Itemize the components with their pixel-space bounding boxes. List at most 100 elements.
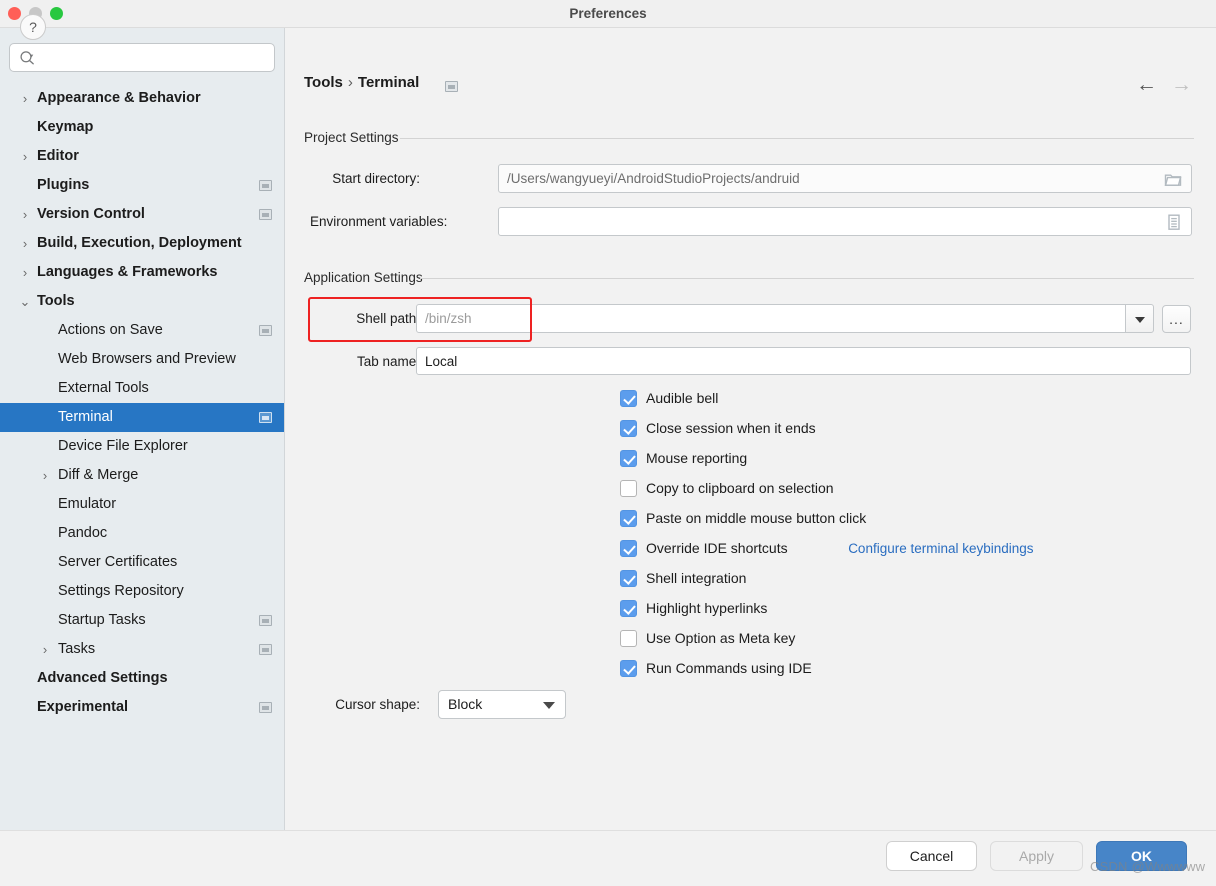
sidebar-item-web-browsers-and-preview[interactable]: Web Browsers and Preview [0, 345, 284, 374]
sidebar-item-label: Settings Repository [58, 583, 184, 599]
cursor-shape-label: Cursor shape: [335, 697, 420, 712]
sidebar-item-server-certificates[interactable]: Server Certificates [0, 548, 284, 577]
sidebar-item-label: Diff & Merge [58, 467, 139, 483]
nav-forward-button: → [1171, 73, 1192, 96]
sidebar-item-label: Tools [37, 293, 75, 309]
settings-main-panel: Tools › Terminal ← → Project Settings Star… [286, 28, 1216, 830]
checkbox-mouse-reporting[interactable] [620, 450, 637, 467]
sidebar-item-label: Plugins [37, 177, 90, 193]
chevron-right-icon[interactable]: › [18, 229, 32, 258]
folder-icon[interactable] [1164, 170, 1182, 188]
chevron-down-icon [543, 702, 555, 709]
settings-tree: › Appearance & Behavior Keymap › Editor Plugi… [0, 84, 284, 722]
chevron-right-icon[interactable]: › [18, 142, 32, 171]
sidebar-item-label: Experimental [37, 699, 129, 715]
sidebar-item-languages-frameworks[interactable]: › Languages & Frameworks [0, 258, 284, 287]
environment-variables-label: Environment variables: [310, 214, 448, 229]
help-button[interactable]: ? [20, 14, 46, 40]
sidebar-item-label: Terminal [58, 409, 113, 425]
sidebar-item-label: Languages & Frameworks [37, 264, 218, 280]
configure-terminal-keybindings-link[interactable]: Configure terminal keybindings [848, 539, 1033, 558]
sidebar-item-pandoc[interactable]: Pandoc [0, 519, 284, 548]
sidebar-item-label: Advanced Settings [37, 670, 168, 686]
sidebar-item-emulator[interactable]: Emulator [0, 490, 284, 519]
sidebar-item-terminal[interactable]: Terminal [0, 403, 284, 432]
shell-path-label: Shell path: [356, 311, 420, 326]
checkbox-paste-on-middle-mouse-button-click[interactable] [620, 510, 637, 527]
shell-path-browse-button[interactable]: ... [1162, 305, 1191, 333]
sidebar-item-label: Version Control [37, 206, 145, 222]
checkbox-audible-bell[interactable] [620, 390, 637, 407]
sidebar-item-version-control[interactable]: › Version Control [0, 200, 284, 229]
search-input[interactable] [42, 44, 274, 73]
sidebar-item-build-execution-deployment[interactable]: › Build, Execution, Deployment [0, 229, 284, 258]
sidebar-item-plugins[interactable]: Plugins [0, 171, 284, 200]
settings-sidebar: › Appearance & Behavior Keymap › Editor Plugi… [0, 28, 285, 830]
checkbox-override-ide-shortcuts[interactable] [620, 540, 637, 557]
sidebar-item-device-file-explorer[interactable]: Device File Explorer [0, 432, 284, 461]
application-settings-header: Application Settings [304, 270, 423, 285]
checkbox-close-session-when-it-ends[interactable] [620, 420, 637, 437]
nav-back-button[interactable]: ← [1136, 72, 1157, 97]
sidebar-item-label: Server Certificates [58, 554, 178, 570]
chevron-down-icon[interactable]: ⌄ [18, 287, 32, 316]
start-directory-label: Start directory: [332, 171, 420, 186]
checkbox-label: Highlight hyperlinks [646, 600, 768, 616]
sidebar-item-tools[interactable]: ⌄ Tools [0, 287, 284, 316]
shell-path-dropdown-button[interactable] [1125, 304, 1154, 333]
start-directory-input[interactable] [498, 164, 1192, 193]
sidebar-item-label: Emulator [58, 496, 117, 512]
sidebar-item-experimental[interactable]: Experimental [0, 693, 284, 722]
sidebar-item-diff-merge[interactable]: › Diff & Merge [0, 461, 284, 490]
chevron-right-icon[interactable]: › [18, 84, 32, 113]
sidebar-item-label: Editor [37, 148, 79, 164]
tab-name-input[interactable] [416, 347, 1191, 375]
sidebar-item-appearance-behavior[interactable]: › Appearance & Behavior [0, 84, 284, 113]
chevron-right-icon[interactable]: › [38, 635, 52, 664]
sidebar-item-settings-repository[interactable]: Settings Repository [0, 577, 284, 606]
checkbox-run-commands-using-ide[interactable] [620, 660, 637, 677]
settings-search[interactable] [9, 43, 275, 73]
breadcrumb: Tools › Terminal [304, 74, 419, 91]
cursor-shape-select[interactable]: Block [438, 690, 566, 719]
sidebar-item-label: Keymap [37, 119, 94, 135]
checkbox-highlight-hyperlinks[interactable] [620, 600, 637, 617]
tab-name-label: Tab name: [356, 354, 420, 369]
checkbox-shell-integration[interactable] [620, 570, 637, 587]
sidebar-item-advanced-settings[interactable]: Advanced Settings [0, 664, 284, 693]
checkbox-label: Run Commands using IDE [646, 660, 812, 676]
sidebar-item-label: Appearance & Behavior [37, 90, 201, 106]
list-icon[interactable] [1165, 213, 1183, 231]
chevron-right-icon[interactable]: › [18, 200, 32, 229]
checkbox-use-option-as-meta-key[interactable] [620, 630, 637, 647]
chevron-right-icon[interactable]: › [18, 258, 32, 287]
sidebar-item-tasks[interactable]: › Tasks [0, 635, 284, 664]
checkbox-label: Override IDE shortcuts [646, 540, 788, 556]
sidebar-item-startup-tasks[interactable]: Startup Tasks [0, 606, 284, 635]
checkbox-copy-to-clipboard-on-selection[interactable] [620, 480, 637, 497]
breadcrumb-parent[interactable]: Tools [304, 74, 343, 91]
watermark: CSDN @Wwwwww [1090, 859, 1206, 874]
sidebar-item-actions-on-save[interactable]: Actions on Save [0, 316, 284, 345]
sidebar-item-label: Startup Tasks [58, 612, 146, 628]
checkbox-label: Shell integration [646, 570, 747, 586]
sidebar-item-label: External Tools [58, 380, 149, 396]
window-title: Preferences [569, 6, 647, 21]
environment-variables-input[interactable] [498, 207, 1192, 236]
chevron-right-icon[interactable]: › [38, 461, 52, 490]
sidebar-item-external-tools[interactable]: External Tools [0, 374, 284, 403]
breadcrumb-current: Terminal [357, 74, 420, 91]
project-settings-rule [400, 138, 1194, 139]
sidebar-item-keymap[interactable]: Keymap [0, 113, 284, 142]
cancel-button[interactable]: Cancel [886, 841, 977, 871]
title-bar: Preferences [0, 0, 1216, 28]
project-settings-header: Project Settings [304, 130, 399, 145]
checkbox-label: Paste on middle mouse button click [646, 510, 867, 526]
window-badge-icon [259, 702, 272, 713]
shell-path-input[interactable] [416, 304, 1138, 333]
sidebar-item-editor[interactable]: › Editor [0, 142, 284, 171]
apply-button: Apply [990, 841, 1083, 871]
sidebar-item-label: Web Browsers and Preview [58, 351, 236, 367]
window-badge-icon [259, 412, 272, 423]
window-badge-icon [259, 209, 272, 220]
